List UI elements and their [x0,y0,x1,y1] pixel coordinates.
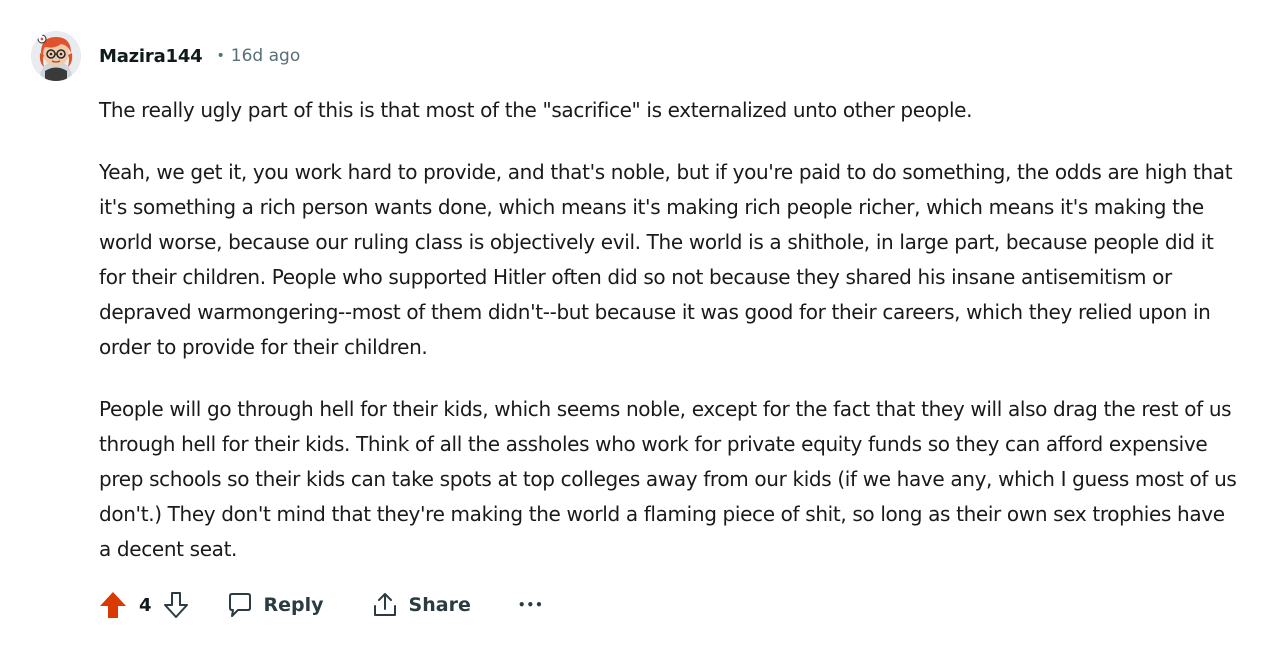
reply-label: Reply [263,594,324,616]
upvote-button[interactable] [98,588,128,622]
comment: Mazira144 • 16d ago The really ugly part… [0,0,1283,645]
avatar[interactable] [31,31,81,81]
share-icon [373,593,396,616]
comment-body: The really ugly part of this is that mos… [99,93,1239,594]
snoo-avatar-icon [31,31,81,81]
more-options-icon: ••• [517,598,544,612]
more-options-button[interactable]: ••• [518,598,544,612]
comment-actions: 4 Reply Share ••• [98,586,544,624]
author-name[interactable]: Mazira144 [99,46,203,67]
meta-separator: • [216,48,225,64]
reply-button[interactable]: Reply [226,591,324,619]
comment-paragraph: Yeah, we get it, you work hard to provid… [99,160,1233,359]
vote-score: 4 [139,594,152,616]
share-label: Share [408,594,471,616]
comment-paragraph: People will go through hell for their ki… [99,397,1237,561]
timestamp[interactable]: 16d ago [231,46,300,66]
comment-paragraph: The really ugly part of this is that mos… [99,98,973,122]
comment-meta: Mazira144 • 16d ago [99,43,300,69]
downvote-button[interactable] [161,588,191,622]
comment-bubble-icon [228,593,251,617]
upvote-arrow-icon [100,592,126,618]
share-button[interactable]: Share [371,591,471,619]
downvote-arrow-icon [163,592,188,618]
